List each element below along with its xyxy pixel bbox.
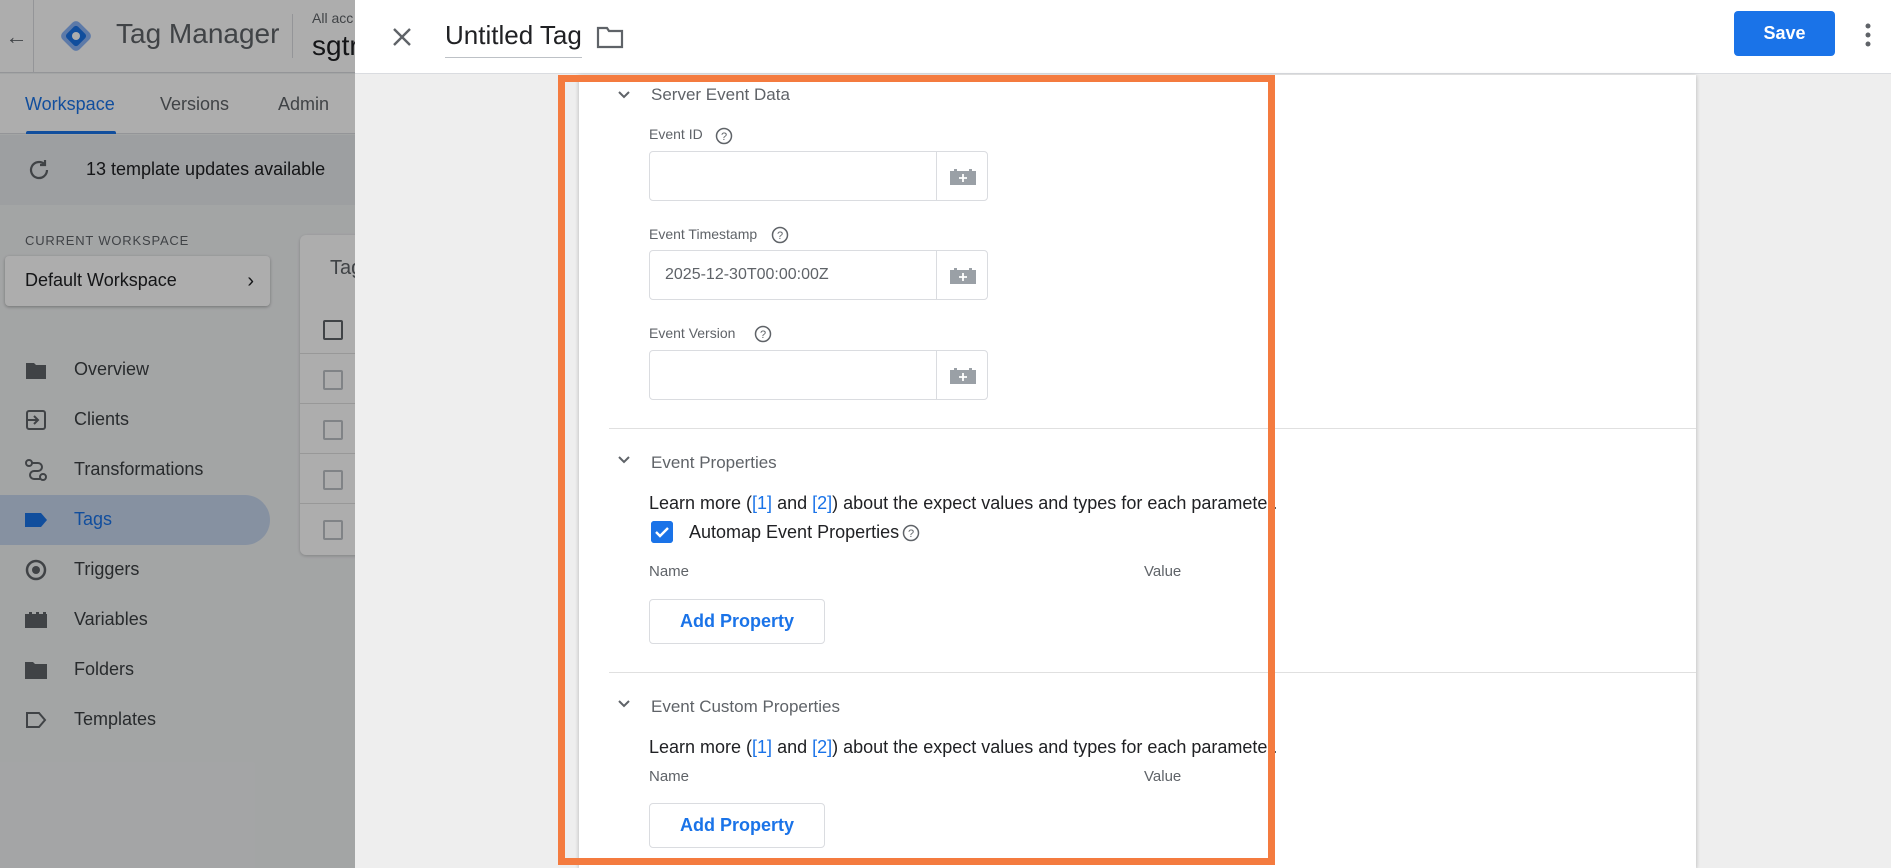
tag-editor-header: Untitled Tag Save [355,0,1891,74]
event-id-label: Event ID [649,126,703,142]
svg-text:?: ? [777,230,783,242]
insert-variable-button[interactable] [936,151,988,201]
column-header-value: Value [1144,768,1182,785]
save-button[interactable]: Save [1734,11,1835,56]
add-custom-property-button[interactable]: Add Property [649,803,825,848]
learn-more-suffix: ) about the expect values and types for … [832,493,1278,513]
event-timestamp-label: Event Timestamp [649,226,758,242]
section-divider [609,428,1696,429]
event-timestamp-field[interactable]: 2025-12-30T00:00:00Z [649,250,937,300]
svg-text:?: ? [721,131,727,143]
learn-more-prefix: Learn more ( [649,493,753,513]
automap-checkbox[interactable] [651,521,673,543]
help-icon[interactable]: ? [715,127,733,145]
learn-more-text: Learn more ([1] and [2]) about the expec… [649,493,1277,514]
tag-configuration-sheet: Server Event Data Event ID ? Event Times… [579,75,1696,868]
reference-link-1[interactable]: [1] [752,737,772,757]
insert-variable-button[interactable] [936,250,988,300]
insert-variable-button[interactable] [936,350,988,400]
event-version-label: Event Version [649,325,736,341]
svg-text:?: ? [908,528,914,540]
variable-block-icon [950,368,976,384]
learn-more-and: and [772,493,813,513]
reference-link-2[interactable]: [2] [812,493,832,513]
folder-icon[interactable] [595,23,625,51]
section-title-server-event-data[interactable]: Server Event Data [651,85,790,105]
reference-link-1[interactable]: [1] [752,493,772,513]
add-property-button[interactable]: Add Property [649,599,825,644]
event-version-field[interactable] [649,350,937,400]
column-header-value: Value [1144,563,1182,580]
reference-link-2[interactable]: [2] [812,737,832,757]
chevron-down-icon[interactable] [615,86,633,104]
help-icon[interactable]: ? [771,226,789,244]
close-icon[interactable] [385,20,419,54]
section-title-event-custom-properties[interactable]: Event Custom Properties [651,697,840,717]
tag-editor-panel: Untitled Tag Save Server Event Data Even… [355,0,1891,868]
variable-block-icon [950,169,976,185]
learn-more-suffix: ) about the expect values and types for … [832,737,1278,757]
section-divider [609,672,1696,673]
chevron-down-icon[interactable] [615,695,633,713]
help-icon[interactable]: ? [754,325,772,343]
column-header-name: Name [649,563,690,580]
learn-more-prefix: Learn more ( [649,737,753,757]
svg-text:?: ? [760,329,766,341]
variable-block-icon [950,268,976,284]
column-header-name: Name [649,768,690,785]
more-vert-icon[interactable] [1861,20,1875,50]
learn-more-text: Learn more ([1] and [2]) about the expec… [649,737,1277,758]
help-icon[interactable]: ? [902,524,920,542]
section-title-event-properties[interactable]: Event Properties [651,453,777,473]
event-id-field[interactable] [649,151,937,201]
learn-more-and: and [772,737,813,757]
tag-name-input[interactable]: Untitled Tag [445,20,582,58]
chevron-down-icon[interactable] [615,451,633,469]
automap-label[interactable]: Automap Event Properties [689,522,899,543]
